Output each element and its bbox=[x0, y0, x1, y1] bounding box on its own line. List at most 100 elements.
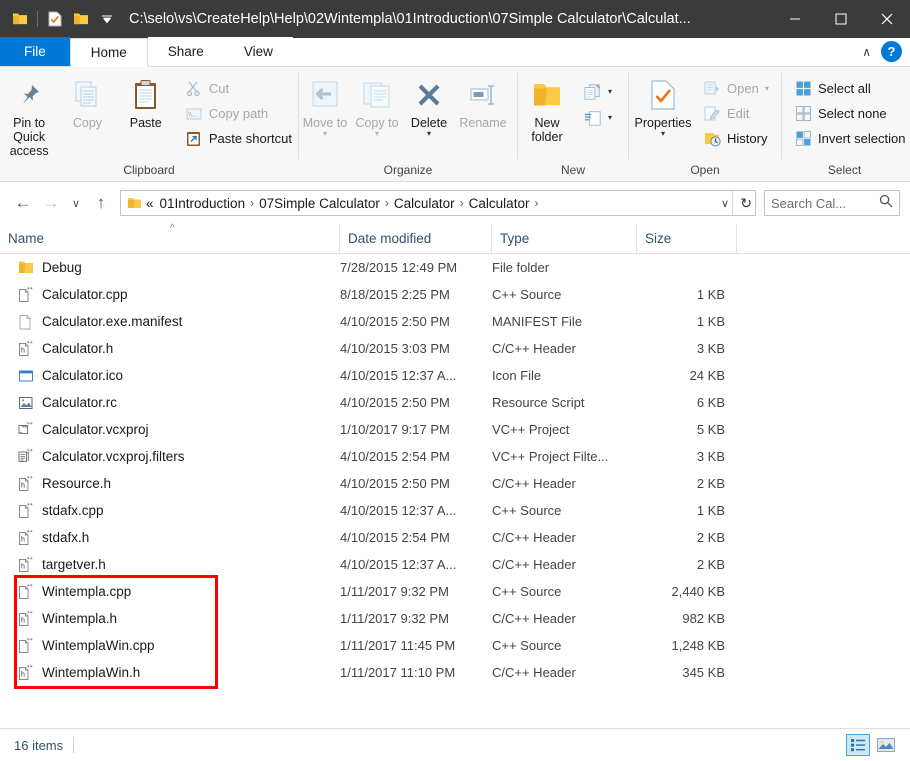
breadcrumb-separator[interactable]: › bbox=[458, 196, 466, 210]
table-row[interactable]: WintemplaWin.cpp 1/11/2017 11:45 PM C++ So… bbox=[0, 632, 910, 659]
properties-button[interactable]: Properties ▾ bbox=[629, 73, 697, 138]
easy-access-button[interactable]: ▾ bbox=[578, 105, 618, 131]
file-name-cell[interactable]: h stdafx.h bbox=[0, 529, 340, 546]
breadcrumb-separator[interactable]: › bbox=[248, 196, 256, 210]
file-name-cell[interactable]: Calculator.exe.manifest bbox=[0, 313, 340, 330]
file-name-cell[interactable]: stdafx.cpp bbox=[0, 502, 340, 519]
chevron-down-icon[interactable] bbox=[95, 6, 119, 32]
paste-shortcut-button[interactable]: Paste shortcut bbox=[179, 126, 298, 151]
header-file-icon: h bbox=[18, 475, 34, 492]
table-row[interactable]: h Resource.h 4/10/2015 2:50 PM C/C++ Header… bbox=[0, 470, 910, 497]
paste-button[interactable]: Paste bbox=[117, 73, 175, 130]
breadcrumb-item-07simple-calculator[interactable]: 07Simple Calculator bbox=[256, 196, 383, 211]
delete-button[interactable]: Delete ▾ bbox=[403, 73, 455, 138]
column-header-name[interactable]: Name ^ bbox=[0, 223, 340, 254]
move-to-button[interactable]: Move to ▾ bbox=[299, 73, 351, 138]
open-caret-icon[interactable]: ▾ bbox=[765, 84, 769, 93]
easy-access-caret-icon[interactable]: ▾ bbox=[608, 114, 612, 122]
tab-share[interactable]: Share bbox=[147, 37, 224, 66]
table-row[interactable]: h Calculator.h 4/10/2015 3:03 PM C/C++ Head… bbox=[0, 335, 910, 362]
file-name-cell[interactable]: Calculator.vcxproj bbox=[0, 421, 340, 438]
rename-button[interactable]: Rename bbox=[455, 73, 511, 130]
invert-selection-button[interactable]: Invert selection bbox=[788, 126, 910, 151]
file-name-cell[interactable]: h Calculator.h bbox=[0, 340, 340, 357]
table-row[interactable]: Wintempla.cpp 1/11/2017 9:32 PM C++ Source… bbox=[0, 578, 910, 605]
new-folder-icon[interactable] bbox=[69, 6, 93, 32]
file-name-cell[interactable]: h Resource.h bbox=[0, 475, 340, 492]
move-to-caret-icon[interactable]: ▾ bbox=[323, 130, 327, 138]
file-name-cell[interactable]: Debug bbox=[0, 259, 340, 276]
file-name-cell[interactable]: Wintempla.cpp bbox=[0, 583, 340, 600]
copy-path-button[interactable]: \\... Copy path bbox=[179, 101, 298, 126]
new-item-caret-icon[interactable]: ▾ bbox=[608, 88, 612, 96]
ribbon-group-organize: Move to ▾ Copy to ▾ Delete ▾ Rename Orga… bbox=[299, 67, 517, 182]
file-name-cell[interactable]: WintemplaWin.cpp bbox=[0, 637, 340, 654]
pin-to-quick-access-button[interactable]: Pin to Quick access bbox=[0, 73, 58, 158]
breadcrumb-item-calculator-1[interactable]: Calculator bbox=[391, 196, 458, 211]
table-row[interactable]: Calculator.cpp 8/18/2015 2:25 PM C++ Sourc… bbox=[0, 281, 910, 308]
file-name-cell[interactable]: h Wintempla.h bbox=[0, 610, 340, 627]
collapse-ribbon-icon[interactable]: ∧ bbox=[862, 45, 871, 59]
breadcrumb-item-calculator-2[interactable]: Calculator bbox=[466, 196, 533, 211]
open-button[interactable]: Open ▾ bbox=[697, 76, 775, 101]
close-button[interactable] bbox=[864, 0, 910, 38]
copy-button[interactable]: Copy bbox=[58, 73, 116, 130]
properties-caret-icon[interactable]: ▾ bbox=[661, 130, 665, 138]
search-icon[interactable] bbox=[879, 194, 893, 213]
refresh-icon[interactable]: ↻ bbox=[740, 195, 752, 212]
file-name-cell[interactable]: Calculator.rc bbox=[0, 394, 340, 411]
select-none-button[interactable]: Select none bbox=[788, 101, 910, 126]
maximize-button[interactable] bbox=[818, 0, 864, 38]
forward-button[interactable]: → bbox=[38, 190, 64, 216]
file-name-cell[interactable]: h WintemplaWin.h bbox=[0, 664, 340, 681]
folder-icon[interactable] bbox=[8, 6, 32, 32]
history-button[interactable]: History bbox=[697, 126, 775, 151]
breadcrumb-prefix[interactable]: « bbox=[143, 196, 157, 211]
table-row[interactable]: h stdafx.h 4/10/2015 2:54 PM C/C++ Header 2 … bbox=[0, 524, 910, 551]
copy-to-button[interactable]: Copy to ▾ bbox=[351, 73, 403, 138]
new-item-button[interactable]: ▾ bbox=[578, 79, 618, 105]
large-icons-view-icon[interactable] bbox=[874, 734, 898, 756]
file-name-cell[interactable]: Calculator.ico bbox=[0, 367, 340, 384]
tab-view[interactable]: View bbox=[223, 37, 293, 66]
breadcrumb[interactable]: « 01Introduction › 07Simple Calculator ›… bbox=[120, 190, 756, 216]
file-name-cell[interactable]: Calculator.cpp bbox=[0, 286, 340, 303]
select-all-button[interactable]: Select all bbox=[788, 76, 910, 101]
file-name-cell[interactable]: Calculator.vcxproj.filters bbox=[0, 448, 340, 465]
breadcrumb-separator[interactable]: › bbox=[383, 196, 391, 210]
table-row[interactable]: Calculator.exe.manifest 4/10/2015 2:50 PM… bbox=[0, 308, 910, 335]
search-input[interactable]: Search Cal... bbox=[764, 190, 900, 216]
copy-to-caret-icon[interactable]: ▾ bbox=[375, 130, 379, 138]
status-bar: 16 items bbox=[0, 728, 910, 761]
tab-file[interactable]: File bbox=[0, 37, 70, 66]
open-group-label: Open bbox=[690, 163, 720, 177]
table-row[interactable]: stdafx.cpp 4/10/2015 12:37 A... C++ Source… bbox=[0, 497, 910, 524]
breadcrumb-separator[interactable]: › bbox=[532, 196, 540, 210]
delete-caret-icon[interactable]: ▾ bbox=[427, 130, 431, 138]
up-button[interactable]: ↑ bbox=[88, 190, 114, 216]
column-header-date-modified[interactable]: Date modified bbox=[340, 223, 492, 254]
table-row[interactable]: Calculator.ico 4/10/2015 12:37 A... Icon F… bbox=[0, 362, 910, 389]
table-row[interactable]: Debug 7/28/2015 12:49 PM File folder bbox=[0, 254, 910, 281]
breadcrumb-dropdown-icon[interactable]: ∨ bbox=[721, 197, 729, 210]
table-row[interactable]: h targetver.h 4/10/2015 12:37 A... C/C++ He… bbox=[0, 551, 910, 578]
table-row[interactable]: Calculator.vcxproj 1/10/2017 9:17 PM VC++ … bbox=[0, 416, 910, 443]
cut-button[interactable]: Cut bbox=[179, 76, 298, 101]
file-name-cell[interactable]: h targetver.h bbox=[0, 556, 340, 573]
table-row[interactable]: Calculator.rc 4/10/2015 2:50 PM Resource S… bbox=[0, 389, 910, 416]
back-button[interactable]: ← bbox=[10, 190, 36, 216]
table-row[interactable]: h WintemplaWin.h 1/11/2017 11:10 PM C/C++ H… bbox=[0, 659, 910, 686]
tab-home[interactable]: Home bbox=[69, 38, 148, 67]
table-row[interactable]: Calculator.vcxproj.filters 4/10/2015 2:54… bbox=[0, 443, 910, 470]
properties-icon[interactable] bbox=[43, 6, 67, 32]
column-header-size[interactable]: Size bbox=[637, 223, 737, 254]
minimize-button[interactable] bbox=[772, 0, 818, 38]
details-view-icon[interactable] bbox=[846, 734, 870, 756]
edit-button[interactable]: Edit bbox=[697, 101, 775, 126]
recent-locations-button[interactable]: ∨ bbox=[66, 190, 86, 216]
help-icon[interactable]: ? bbox=[881, 41, 902, 62]
new-folder-button[interactable]: New folder bbox=[518, 73, 576, 144]
column-header-type[interactable]: Type bbox=[492, 223, 637, 254]
table-row[interactable]: h Wintempla.h 1/11/2017 9:32 PM C/C++ Heade… bbox=[0, 605, 910, 632]
breadcrumb-item-01introduction[interactable]: 01Introduction bbox=[157, 196, 249, 211]
